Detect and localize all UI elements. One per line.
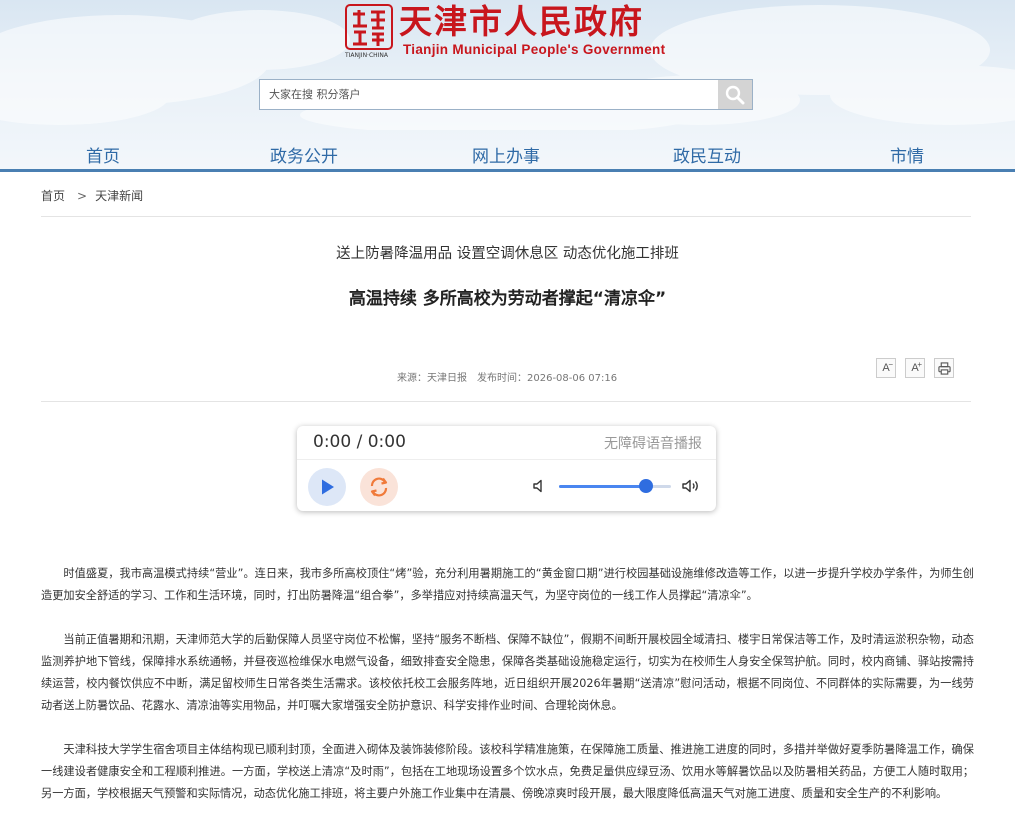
site-header: TIANJIN·CHINA 天津市人民政府 Tianjin Municipal … [0,0,1015,172]
play-button[interactable] [308,468,346,506]
volume-slider[interactable] [559,479,671,493]
seal-caption: TIANJIN·CHINA [345,52,389,59]
search-input[interactable] [260,80,719,109]
article-publish-time: 发布时间：2026-08-06 07:16 [477,373,618,384]
divider [41,216,971,217]
tianjin-seal-icon [345,4,393,50]
accessibility-audio-label: 无障碍语音播报 [604,436,702,452]
player-divider [297,459,716,460]
logo-chinese-text: 天津市人民政府 [399,2,644,41]
audio-time: 0:00 / 0:00 [313,432,406,452]
breadcrumb-separator: > [77,189,88,203]
printer-icon [937,361,951,375]
breadcrumb-current[interactable]: 天津新闻 [95,189,143,203]
logo-english-text: Tianjin Municipal People's Government [403,42,666,57]
article-paragraph: 时值盛夏，我市高温模式持续“营业”。连日来，我市多所高校顶住“烤”验，充分利用暑… [41,567,974,602]
article-title: 高温持续 多所高校为劳动者撑起“清凉伞” [348,289,667,309]
main-nav: 首页 政务公开 网上办事 政民互动 市情 [0,134,1015,172]
search-button[interactable] [718,80,752,109]
print-button[interactable] [934,358,954,378]
volume-knob[interactable] [639,479,654,493]
audio-player: 0:00 / 0:00 无障碍语音播报 [297,426,716,511]
volume-high-icon[interactable] [681,478,701,494]
replay-button[interactable] [360,468,398,506]
volume-low-icon[interactable] [532,478,548,494]
nav-item-interaction[interactable]: 政民互动 [673,142,741,167]
minus-icon: − [888,360,893,369]
nav-item-gov-affairs[interactable]: 政务公开 [270,142,338,167]
article-source: 来源：天津日报 [397,373,467,384]
divider [41,401,971,402]
replay-icon [370,477,388,497]
article-subtitle: 送上防暑降温用品 设置空调休息区 动态优化施工排班 [336,246,679,262]
search-icon [725,85,745,104]
font-increase-button[interactable]: A + [905,358,925,378]
plus-icon: + [917,360,922,369]
volume-fill [559,485,647,488]
breadcrumb: 首页 > 天津新闻 [41,187,147,204]
search-box [259,79,753,110]
article-paragraph: 当前正值暑期和汛期，天津师范大学的后勤保障人员坚守岗位不松懈，坚持“服务不断档、… [41,633,974,712]
play-icon [322,479,334,495]
article-tools: A − A + [876,358,954,378]
nav-item-online-services[interactable]: 网上办事 [472,142,540,167]
font-decrease-button[interactable]: A − [876,358,896,378]
article-meta: 来源：天津日报 发布时间：2026-08-06 07:16 [397,369,627,384]
breadcrumb-home[interactable]: 首页 [41,189,65,203]
site-logo[interactable]: TIANJIN·CHINA 天津市人民政府 Tianjin Municipal … [345,2,670,62]
article-body: 时值盛夏，我市高温模式持续“营业”。连日来，我市多所高校顶住“烤”验，充分利用暑… [41,563,974,827]
article-paragraph: 天津科技大学学生宿舍项目主体结构现已顺利封顶，全面进入砌体及装饰装修阶段。该校科… [41,743,974,800]
nav-item-city-info[interactable]: 市情 [890,142,924,167]
nav-item-home[interactable]: 首页 [86,142,120,167]
